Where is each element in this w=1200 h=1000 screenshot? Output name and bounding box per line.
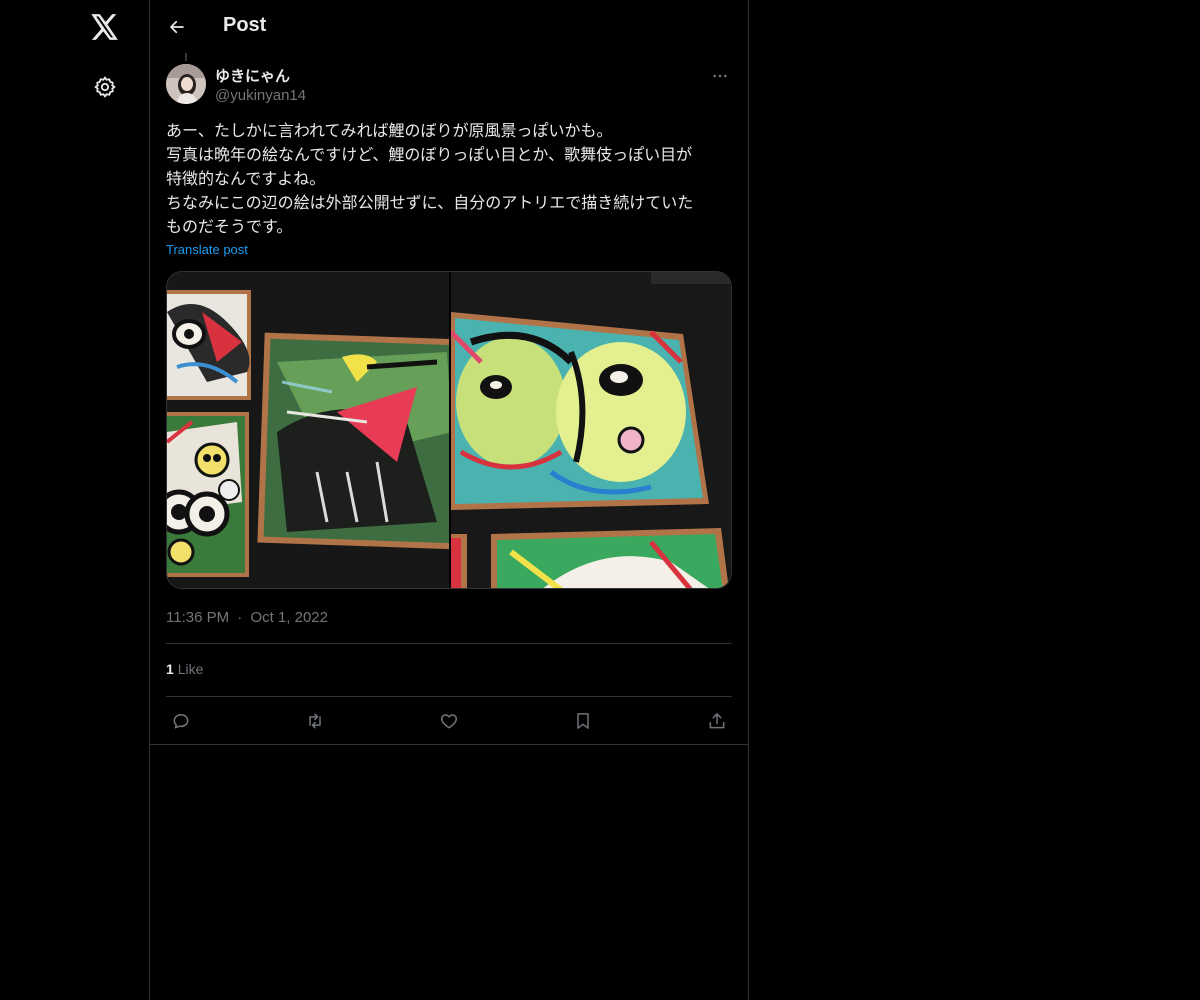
post-timestamp: 11:36 PM · Oct 1, 2022 [166,609,328,626]
likes-count[interactable]: 1 Like [166,661,203,677]
post-date[interactable]: Oct 1, 2022 [250,609,328,626]
thread-line [185,53,187,61]
post-text-line: あー、たしかに言われてみれば鯉のぼりが原風景っぽいかも。 [166,121,613,140]
divider [166,643,732,644]
heart-icon[interactable] [434,708,464,734]
left-nav [0,0,150,1000]
translate-post-link[interactable]: Translate post [166,242,248,257]
timestamp-separator: · [237,609,243,626]
post-text-line: 写真は晩年の絵なんですけど、鯉のぼりっぽい目とか、歌舞伎っぽい目が [166,145,693,164]
repost-icon[interactable] [300,708,330,734]
author-display-name[interactable]: ゆきにゃん [215,65,290,86]
page-header: Post [150,0,748,53]
likes-number: 1 [166,661,174,677]
author-handle[interactable]: @yukinyan14 [215,87,306,104]
likes-label: Like [177,661,204,677]
bookmark-icon[interactable] [568,708,598,734]
post-time[interactable]: 11:36 PM [166,609,229,626]
post-text-line: ちなみにこの辺の絵は外部公開せずに、自分のアトリエで描き続けていた [166,193,694,212]
share-icon[interactable] [702,708,732,734]
avatar[interactable] [166,64,206,104]
post-author: ゆきにゃん @yukinyan14 [166,64,732,108]
x-logo-icon[interactable] [86,8,124,46]
post-media [166,271,732,589]
post: ゆきにゃん @yukinyan14 あー、たしかに言われてみれば鯉のぼりが原風景… [166,64,732,729]
post-text-line: ものだそうです。 [166,217,293,236]
ellipsis-icon[interactable] [708,64,732,88]
reply-icon[interactable] [166,708,196,734]
post-text: あー、たしかに言われてみれば鯉のぼりが原風景っぽいかも。 写真は晩年の絵なんです… [166,119,732,239]
media-photo-1[interactable] [167,272,449,588]
divider [166,696,732,697]
media-photo-2[interactable] [449,272,731,588]
arrow-left-icon[interactable] [162,12,192,42]
post-text-line: 特徴的なんですよね。 [166,169,326,188]
gear-icon[interactable] [86,68,124,106]
post-bottom-border [150,744,748,745]
main-column: Post ゆきにゃん @yukinyan14 あー、たしかに言われてみれば鯉のぼ… [149,0,749,1000]
post-actions [166,708,732,734]
page-title: Post [223,14,267,36]
